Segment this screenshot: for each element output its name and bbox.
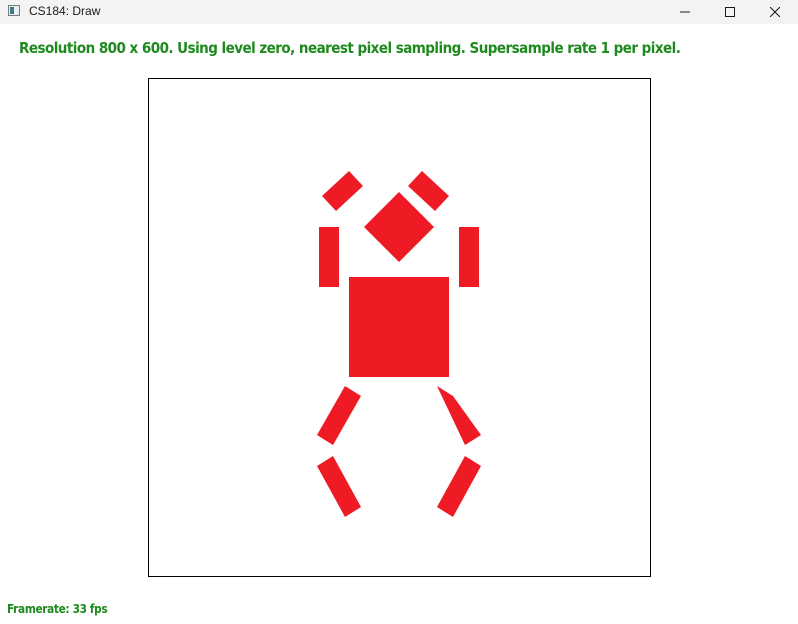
- figure-drawing: [317, 171, 481, 517]
- minimize-button[interactable]: [662, 0, 708, 24]
- right-thigh: [437, 386, 481, 445]
- torso: [349, 277, 449, 377]
- app-icon: [8, 5, 20, 16]
- title-bar[interactable]: CS184: Draw: [0, 0, 798, 24]
- head: [364, 192, 434, 262]
- maximize-icon: [725, 7, 735, 17]
- left-forearm: [319, 227, 339, 287]
- left-upper-arm: [322, 171, 363, 211]
- left-thigh: [317, 386, 361, 445]
- framerate-text: Framerate: 33 fps: [7, 602, 108, 616]
- right-upper-arm: [408, 171, 449, 211]
- app-window: CS184: Draw Resolution 800 x 600. Using …: [0, 0, 798, 624]
- minimize-icon: [680, 11, 690, 13]
- right-shin: [437, 456, 481, 517]
- right-forearm: [459, 227, 479, 287]
- close-icon: [770, 7, 780, 17]
- window-title: CS184: Draw: [29, 4, 101, 18]
- status-text: Resolution 800 x 600. Using level zero, …: [19, 39, 681, 57]
- close-button[interactable]: [752, 0, 798, 24]
- drawing-canvas[interactable]: [148, 78, 651, 577]
- left-shin: [317, 456, 361, 517]
- maximize-button[interactable]: [707, 0, 753, 24]
